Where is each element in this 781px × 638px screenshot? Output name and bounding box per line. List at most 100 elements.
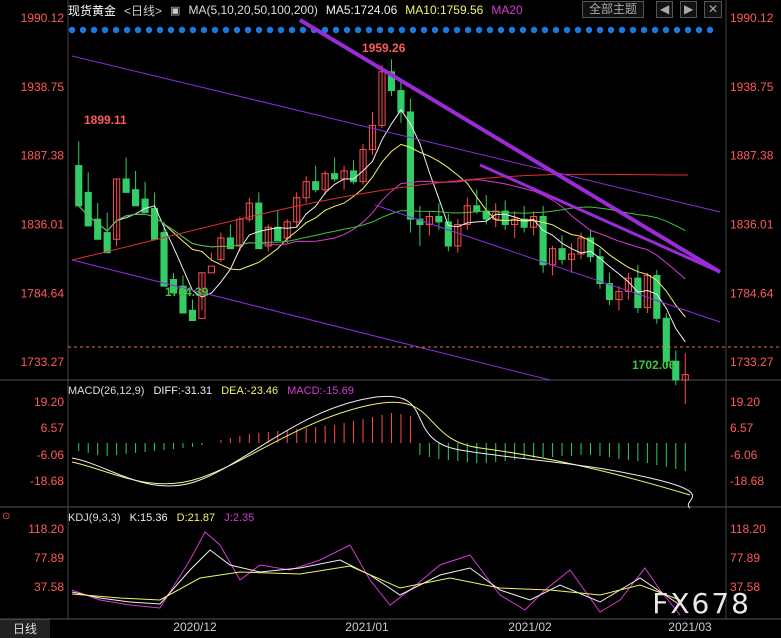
macd-dea: DEA:-23.46: [221, 385, 279, 397]
event-dot: [200, 26, 208, 34]
event-dot: [431, 26, 439, 34]
kdj-tick-left: 37.58: [34, 580, 64, 594]
tab-daily[interactable]: 日线: [0, 619, 50, 638]
event-dot: [640, 26, 648, 34]
macd-tick-left: 6.57: [41, 421, 65, 435]
kdj-tick-left: 118.20: [28, 522, 64, 536]
candle-body: [141, 198, 149, 213]
event-dot: [629, 26, 637, 34]
macd-tick-left: 19.20: [34, 395, 64, 409]
event-dot: [475, 26, 483, 34]
macd-header: MACD(26,12,9) DIFF:-31.31 DEA:-23.46 MAC…: [68, 385, 360, 397]
candle-body: [160, 232, 168, 287]
event-dot: [596, 26, 604, 34]
event-dot: [189, 26, 197, 34]
y-tick-label-left: 1990.12: [21, 11, 65, 25]
ma-settings-icon[interactable]: ▣: [170, 4, 180, 17]
event-dot: [332, 26, 340, 34]
ma5-value: MA5:1724.06: [325, 3, 398, 17]
macd-tick-right: 19.20: [730, 395, 760, 409]
price-annotation: 1899.11: [84, 113, 127, 127]
close-button[interactable]: ✕: [704, 1, 723, 18]
next-button[interactable]: ▶: [680, 1, 698, 18]
candle-body: [331, 173, 339, 180]
macd-diff-line: [71, 395, 693, 509]
event-dot: [464, 26, 472, 34]
channel-line: [71, 259, 551, 381]
event-dot: [607, 26, 615, 34]
event-dot: [167, 26, 175, 34]
macd-tick-left: -18.68: [30, 474, 64, 488]
x-tick-label: 2021/02: [508, 620, 552, 634]
event-dot: [552, 26, 560, 34]
candle-body: [605, 283, 614, 301]
chart-header: 现货黄金 <日线> ▣ MA(5,10,20,50,100,200) MA5:1…: [68, 2, 531, 18]
kdj-d: D:21.87: [176, 512, 216, 524]
kdj-settings-icon[interactable]: ⊙: [2, 511, 10, 522]
candle-body: [662, 317, 670, 362]
candle-body: [473, 205, 481, 212]
event-dot: [79, 26, 87, 34]
chart-canvas: 1990.12 1990.12 1938.75 1938.75 1887.38 1887.…: [0, 0, 781, 634]
macd-dea-line: [71, 401, 691, 496]
watermark: FX678: [652, 587, 751, 620]
event-dot: [90, 26, 98, 34]
event-dot: [541, 26, 549, 34]
kdj-header: KDJ(9,3,3) K:15.36 D:21.87 J:2.35: [68, 512, 260, 524]
kdj-tick-right: 118.20: [730, 522, 766, 536]
candle-body: [312, 181, 320, 191]
event-dot: [222, 26, 230, 34]
candle-body: [558, 248, 566, 260]
event-dot: [585, 26, 593, 34]
event-dot: [376, 26, 384, 34]
kdj-label: KDJ(9,3,3): [68, 512, 121, 524]
ma20-value: MA20: [491, 3, 523, 17]
candle-body: [84, 191, 92, 227]
candle-body: [103, 232, 111, 254]
event-dot: [233, 26, 241, 34]
kdj-j-line: [71, 531, 681, 616]
kdj-tick-left: 77.89: [34, 551, 64, 565]
kdj-j: J:2.35: [224, 512, 255, 524]
event-dot: [651, 26, 659, 34]
y-tick-label-right: 1938.75: [730, 80, 774, 94]
event-dot: [497, 26, 505, 34]
event-dot: [123, 26, 131, 34]
ma10-value: MA10:1759.56: [405, 3, 484, 17]
event-dot: [266, 26, 274, 34]
y-tick-label-left: 1784.64: [21, 286, 65, 300]
kdj-tick-right: 77.89: [730, 551, 760, 565]
event-dot: [145, 26, 153, 34]
ma-label: MA(5,10,20,50,100,200): [188, 3, 318, 17]
event-dot: [365, 26, 373, 34]
candle-body: [226, 237, 234, 250]
candle-body: [255, 202, 263, 250]
theme-button[interactable]: 全部主题: [582, 1, 645, 18]
event-dot: [299, 26, 307, 34]
event-dot: [519, 26, 527, 34]
macd-label: MACD(26,12,9): [68, 385, 145, 397]
candle-body: [122, 178, 130, 193]
event-dot: [211, 26, 219, 34]
y-tick-label-left: 1887.38: [21, 149, 65, 163]
y-tick-label-left: 1733.27: [21, 355, 65, 369]
candle-body: [435, 216, 443, 223]
ma50-line: [78, 205, 686, 248]
kdj-d-line: [71, 565, 681, 601]
x-tick-label: 2021/03: [668, 620, 712, 634]
period-selector[interactable]: <日线>: [124, 2, 162, 19]
y-tick-label-right: 1784.64: [730, 286, 774, 300]
event-dot: [706, 26, 714, 34]
event-dot: [420, 26, 428, 34]
prev-button[interactable]: ◀: [656, 1, 674, 18]
event-dot: [112, 26, 120, 34]
y-tick-label-right: 1836.01: [730, 218, 774, 232]
candle-body: [274, 226, 282, 242]
event-dot: [277, 26, 285, 34]
macd-tick-right: -18.68: [730, 474, 764, 488]
event-dot: [68, 26, 76, 34]
event-dot: [574, 26, 582, 34]
y-tick-label-left: 1836.01: [21, 218, 65, 232]
candle-body: [188, 309, 197, 322]
event-dot: [101, 26, 109, 34]
